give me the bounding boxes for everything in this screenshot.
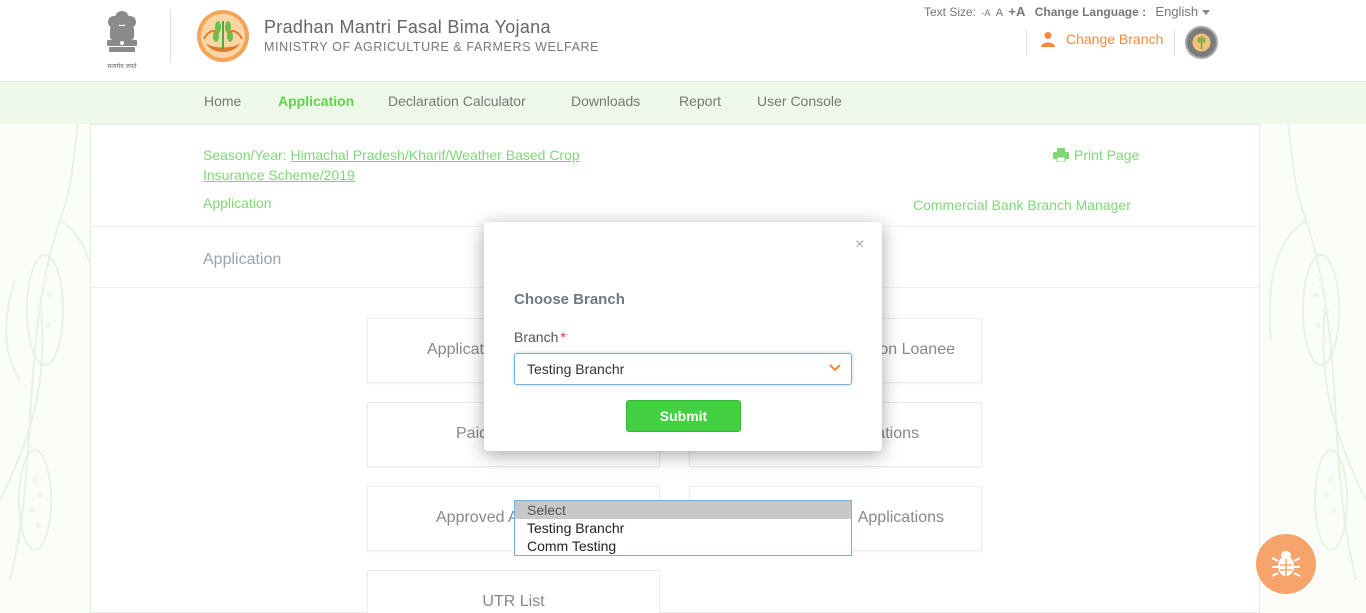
header-divider — [170, 10, 171, 62]
site-header: सत्यमेव जयते Pradhan Mantri Fasal Bima Y… — [0, 0, 1366, 82]
chevron-down-icon — [1202, 10, 1211, 16]
tile-utr-list[interactable]: UTR List — [367, 570, 660, 613]
submit-button[interactable]: Submit — [626, 400, 741, 432]
branch-select[interactable]: Testing Branchr — [514, 353, 852, 385]
nav-home[interactable]: Home — [204, 93, 242, 127]
accessibility-bar: Text Size: -A A +A Change Language : Eng… — [924, 4, 1211, 19]
emblem-caption: सत्यमेव जयते — [107, 64, 137, 70]
breadcrumb[interactable]: Application — [203, 195, 272, 211]
close-icon[interactable]: × — [855, 237, 864, 253]
branch-label-text: Branch — [514, 329, 559, 345]
season-year: Season/Year: Himachal Pradesh/Kharif/Wea… — [203, 145, 633, 185]
dropdown-option-testing-branchr[interactable]: Testing Branchr — [515, 519, 851, 537]
pmfby-logo-icon — [197, 10, 249, 62]
avatar-logo-icon — [1192, 33, 1211, 52]
language-value: English — [1155, 4, 1199, 19]
text-size-label: Text Size: — [924, 5, 977, 19]
text-size-decrease-button[interactable]: -A — [981, 8, 990, 18]
season-label: Season/Year: — [203, 147, 287, 163]
header-separator — [1026, 30, 1027, 56]
required-marker: * — [560, 329, 566, 345]
change-branch-label: Change Branch — [1066, 31, 1164, 47]
nav-downloads[interactable]: Downloads — [571, 93, 641, 127]
main-nav: Home Application Declaration Calculator … — [0, 82, 1366, 128]
text-size-increase-button[interactable]: +A — [1008, 4, 1025, 19]
app-subtitle: MINISTRY OF AGRICULTURE & FARMERS WELFAR… — [264, 40, 600, 54]
change-branch-link[interactable]: Change Branch — [1040, 31, 1163, 47]
nav-declaration-calculator[interactable]: Declaration Calculator — [388, 93, 526, 127]
branch-label: Branch * — [514, 329, 566, 345]
branch-dropdown-list: Select Testing Branchr Comm Testing — [514, 500, 852, 556]
avatar[interactable] — [1185, 26, 1218, 59]
branch-select-value: Testing Branchr — [527, 361, 625, 377]
text-size-normal-button[interactable]: A — [996, 7, 1003, 19]
change-language-label: Change Language : — [1034, 5, 1147, 19]
bug-icon — [1272, 551, 1300, 577]
dropdown-option-comm-testing[interactable]: Comm Testing — [515, 537, 851, 555]
print-page-label: Print Page — [1074, 147, 1140, 163]
printer-icon — [1053, 148, 1069, 162]
user-icon — [1041, 32, 1055, 47]
modal-title: Choose Branch — [514, 291, 625, 308]
language-select[interactable]: English — [1155, 4, 1211, 19]
nav-user-console[interactable]: User Console — [757, 93, 842, 127]
nav-report[interactable]: Report — [679, 93, 722, 127]
nav-application[interactable]: Application — [278, 93, 355, 128]
corn-decoration-right — [1268, 89, 1366, 581]
header-separator — [1174, 30, 1175, 56]
national-emblem-icon — [107, 11, 137, 52]
dropdown-option-select[interactable]: Select — [515, 501, 851, 519]
print-page-button[interactable]: Print Page — [1053, 147, 1139, 163]
chevron-down-icon — [829, 364, 841, 372]
section-title: Application — [203, 251, 282, 268]
report-bug-button[interactable] — [1256, 534, 1316, 594]
user-role: Commercial Bank Branch Manager — [913, 197, 1131, 213]
app-title: Pradhan Mantri Fasal Bima Yojana — [264, 17, 551, 37]
